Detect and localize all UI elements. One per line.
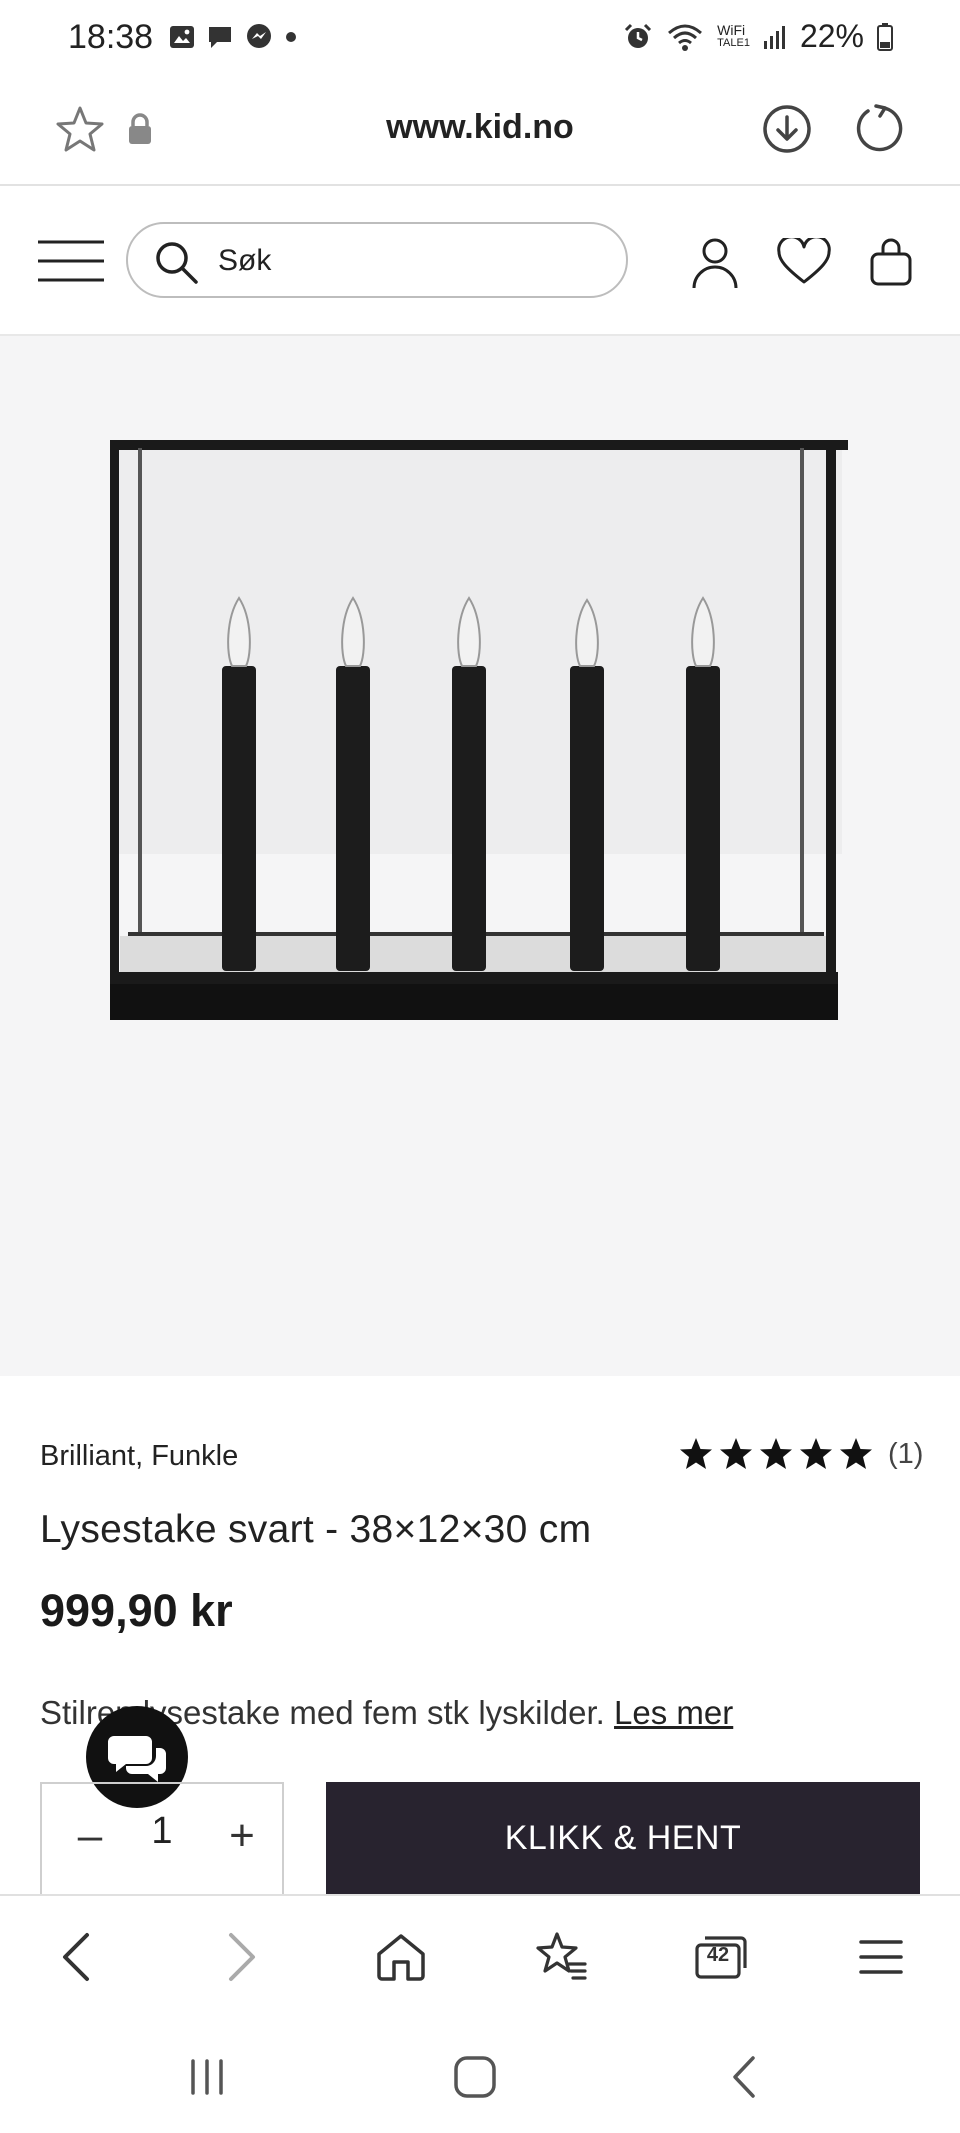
product-rating[interactable]: (1): [678, 1436, 923, 1472]
status-time: 18:38: [68, 18, 154, 56]
site-header: Søk: [0, 186, 960, 336]
product-price: 999,90 kr: [40, 1585, 233, 1636]
download-icon[interactable]: [760, 102, 814, 156]
reload-icon[interactable]: [852, 102, 906, 156]
quantity-decrease-button[interactable]: –: [60, 1806, 120, 1866]
star-icon: [760, 1438, 792, 1469]
battery-percent: 22%: [799, 18, 864, 54]
gallery-icon: [170, 26, 194, 48]
product-image[interactable]: [0, 336, 960, 1376]
read-more-link[interactable]: Les mer: [614, 1694, 733, 1731]
search-input[interactable]: Søk: [126, 222, 628, 298]
menu-icon: [859, 1940, 903, 1974]
star-icon: [720, 1438, 752, 1469]
carrier-name: TALE1: [717, 36, 750, 49]
product-title: Lysestake svart - 38×12×30 cm: [40, 1508, 592, 1551]
search-placeholder: Søk: [218, 244, 272, 277]
signal-icon: [763, 25, 785, 49]
system-back-icon: [733, 2056, 755, 2098]
system-back-button[interactable]: [710, 2042, 780, 2112]
recent-apps-button[interactable]: [172, 2042, 242, 2112]
star-icon: [840, 1438, 872, 1469]
tabs-button[interactable]: 42: [686, 1922, 756, 1992]
browser-bottom-nav: 42: [0, 1894, 960, 2014]
browser-menu-button[interactable]: [846, 1922, 916, 1992]
system-nav-bar: [0, 2012, 960, 2133]
home-button[interactable]: [366, 1922, 436, 1992]
forward-arrow-icon: [229, 1933, 255, 1981]
tabs-count: 42: [706, 1944, 730, 1966]
star-icon: [800, 1438, 832, 1469]
quantity-stepper: – 1 +: [40, 1782, 284, 1894]
battery-icon: [877, 22, 893, 51]
forward-button[interactable]: [206, 1922, 276, 1992]
bookmarks-button[interactable]: [526, 1922, 596, 1992]
back-button[interactable]: [42, 1922, 112, 1992]
home-icon: [377, 1934, 425, 1981]
recent-apps-icon: [191, 2059, 223, 2095]
home-system-button[interactable]: [440, 2042, 510, 2112]
chat-icon: [108, 1736, 166, 1782]
shopping-bag-icon[interactable]: [868, 236, 914, 288]
home-square-icon: [454, 2056, 496, 2098]
message-icon: [209, 27, 231, 48]
alarm-icon: [625, 23, 652, 48]
messenger-icon: [247, 24, 271, 48]
browser-url-bar: www.kid.no: [0, 82, 960, 186]
status-bar: 18:38 WiFi TALE1 22%: [0, 0, 960, 82]
wishlist-heart-icon[interactable]: [776, 238, 832, 286]
rating-count: (1): [888, 1437, 924, 1470]
carrier-label: WiFi TALE1: [717, 21, 750, 50]
account-icon[interactable]: [690, 236, 740, 290]
status-right: WiFi TALE1 22%: [623, 18, 894, 55]
notification-icons: [168, 22, 298, 52]
bookmarks-star-icon: [536, 1932, 587, 1980]
dot-icon: [286, 32, 296, 42]
search-icon: [156, 242, 198, 284]
wifi-icon: [668, 24, 703, 51]
quantity-increase-button[interactable]: +: [212, 1806, 272, 1866]
quantity-value[interactable]: 1: [142, 1810, 182, 1853]
product-brand[interactable]: Brilliant, Funkle: [40, 1440, 238, 1473]
back-arrow-icon: [63, 1933, 89, 1981]
candle-holder-illustration: [110, 440, 848, 1020]
star-icon: [680, 1438, 712, 1469]
url-text[interactable]: www.kid.no: [0, 108, 960, 147]
click-and-collect-button[interactable]: KLIKK & HENT: [326, 1782, 920, 1894]
hamburger-menu-icon[interactable]: [36, 238, 106, 284]
wifi-label: WiFi: [717, 21, 746, 38]
